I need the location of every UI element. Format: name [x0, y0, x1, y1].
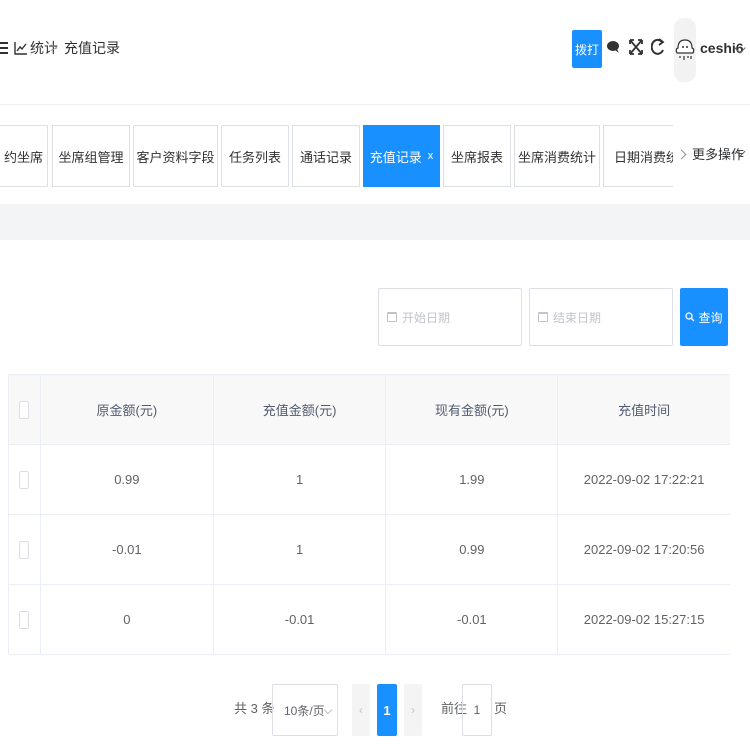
tag-agent-group[interactable]: 坐席组管理 — [52, 125, 130, 187]
table-cell: 1 — [213, 515, 387, 585]
column-header: 充值时间 — [558, 375, 730, 445]
recharge-table: 原金额(元) 充值金额(元) 现有金额(元) 充值时间 0.99 1 1.99 … — [8, 374, 730, 655]
start-date-placeholder: 开始日期 — [402, 310, 451, 325]
table-header-row: 原金额(元) 充值金额(元) 现有金额(元) 充值时间 — [9, 375, 730, 445]
table-cell: 0 — [40, 585, 214, 655]
chart-icon — [14, 42, 27, 55]
table-cell: 2022-09-02 17:20:56 — [558, 515, 730, 585]
page-suffix-label: 页 — [494, 701, 508, 716]
next-page-button[interactable]: › — [404, 684, 422, 736]
column-header: 原金额(元) — [40, 375, 214, 445]
chat-icon[interactable] — [606, 36, 622, 58]
column-header: 充值金额(元) — [213, 375, 387, 445]
tag-recharge-records[interactable]: 充值记录 x — [363, 125, 440, 187]
query-button[interactable]: 查询 — [680, 288, 728, 346]
row-select-cell — [9, 585, 41, 655]
tag-close-icon[interactable]: x — [428, 150, 434, 162]
page-number-current[interactable]: 1 — [377, 684, 397, 736]
table-row: 0.99 1 1.99 2022-09-02 17:22:21 — [9, 445, 730, 515]
breadcrumb-item-current: 充值记录 — [64, 40, 120, 56]
row-checkbox[interactable] — [19, 470, 29, 489]
tag-daily-consumption[interactable]: 日期消费统计 — [603, 125, 673, 187]
tags-view-bar: 约坐席 坐席组管理 客户资料字段 任务列表 通话记录 充值记录 x 坐席报表 坐… — [0, 104, 750, 204]
breadcrumb-separator: > — [50, 40, 58, 55]
table-cell: 2022-09-02 15:27:15 — [558, 585, 730, 655]
row-select-cell — [9, 445, 41, 515]
select-all-checkbox[interactable] — [19, 400, 29, 419]
fullscreen-icon[interactable] — [628, 36, 644, 58]
tag-customer-fields[interactable]: 客户资料字段 — [133, 125, 218, 187]
row-select-cell — [9, 515, 41, 585]
end-date-input[interactable]: 结束日期 — [529, 288, 673, 346]
tag-agent[interactable]: 约坐席 — [0, 125, 48, 187]
row-checkbox[interactable] — [19, 540, 29, 559]
avatar[interactable] — [674, 18, 696, 82]
select-all-cell — [9, 375, 41, 445]
page-size-select[interactable]: 10条/页 — [272, 684, 338, 736]
scroll-right-icon[interactable] — [676, 149, 687, 160]
row-checkbox[interactable] — [19, 610, 29, 629]
dial-button[interactable]: 拨打 — [572, 30, 602, 68]
table-cell: 2022-09-02 17:22:21 — [558, 445, 730, 515]
table-row: -0.01 1 0.99 2022-09-02 17:20:56 — [9, 515, 730, 585]
chevron-down-icon — [323, 705, 333, 715]
pagination-total: 共 3 条 — [234, 701, 275, 716]
tag-task-list[interactable]: 任务列表 — [221, 125, 289, 187]
hamburger-icon[interactable] — [0, 42, 8, 54]
more-operations-dropdown[interactable]: 更多操作 — [692, 145, 744, 165]
top-header: 统计 > 充值记录 拨打 ceshi6 — [0, 0, 750, 100]
tag-call-records[interactable]: 通话记录 — [292, 125, 360, 187]
tag-agent-consumption[interactable]: 坐席消费统计 — [514, 125, 600, 187]
calendar-icon — [387, 312, 397, 322]
content-divider — [0, 204, 750, 240]
tag-agent-report[interactable]: 坐席报表 — [443, 125, 511, 187]
prev-page-button[interactable]: ‹ — [352, 684, 370, 736]
table-cell: 1 — [213, 445, 387, 515]
table-cell: 1.99 — [386, 445, 559, 515]
table-cell: -0.01 — [386, 585, 559, 655]
table-cell: 0.99 — [386, 515, 559, 585]
column-header: 现有金额(元) — [386, 375, 559, 445]
refresh-icon[interactable] — [650, 36, 666, 58]
table-row: 0 -0.01 -0.01 2022-09-02 15:27:15 — [9, 585, 730, 655]
search-icon — [685, 312, 695, 322]
table-cell: 0.99 — [40, 445, 214, 515]
end-date-placeholder: 结束日期 — [553, 310, 602, 325]
goto-page-input[interactable]: 1 — [462, 684, 492, 736]
calendar-icon — [538, 312, 548, 322]
start-date-input[interactable]: 开始日期 — [378, 288, 522, 346]
table-cell: -0.01 — [213, 585, 387, 655]
table-cell: -0.01 — [40, 515, 214, 585]
